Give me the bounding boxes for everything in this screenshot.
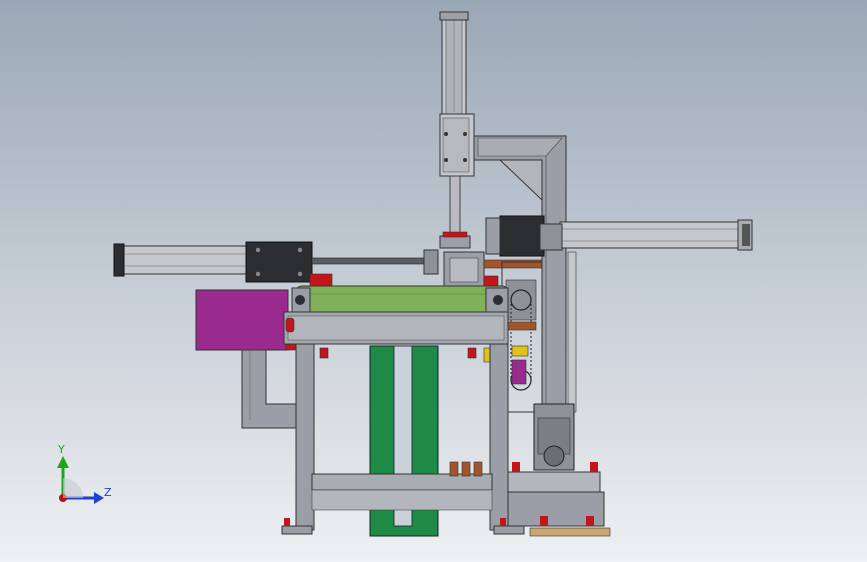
magenta-guard	[195, 289, 297, 351]
vertical-cylinder	[439, 11, 475, 249]
gear-motor	[507, 403, 611, 537]
z-axis-arrow-icon	[94, 492, 104, 504]
conveyor-roller	[283, 285, 509, 345]
z-axis-label: Z	[104, 486, 112, 499]
axis-triad: Y Z	[57, 443, 112, 504]
duct-elbow	[241, 349, 297, 429]
cad-viewport[interactable]: Y Z	[0, 0, 867, 562]
horizontal-cylinder-left	[113, 241, 439, 283]
y-axis-arrow-icon	[57, 456, 69, 468]
y-axis-label: Y	[57, 443, 65, 456]
horizontal-cylinder-right	[485, 215, 753, 257]
fittings	[449, 461, 483, 477]
